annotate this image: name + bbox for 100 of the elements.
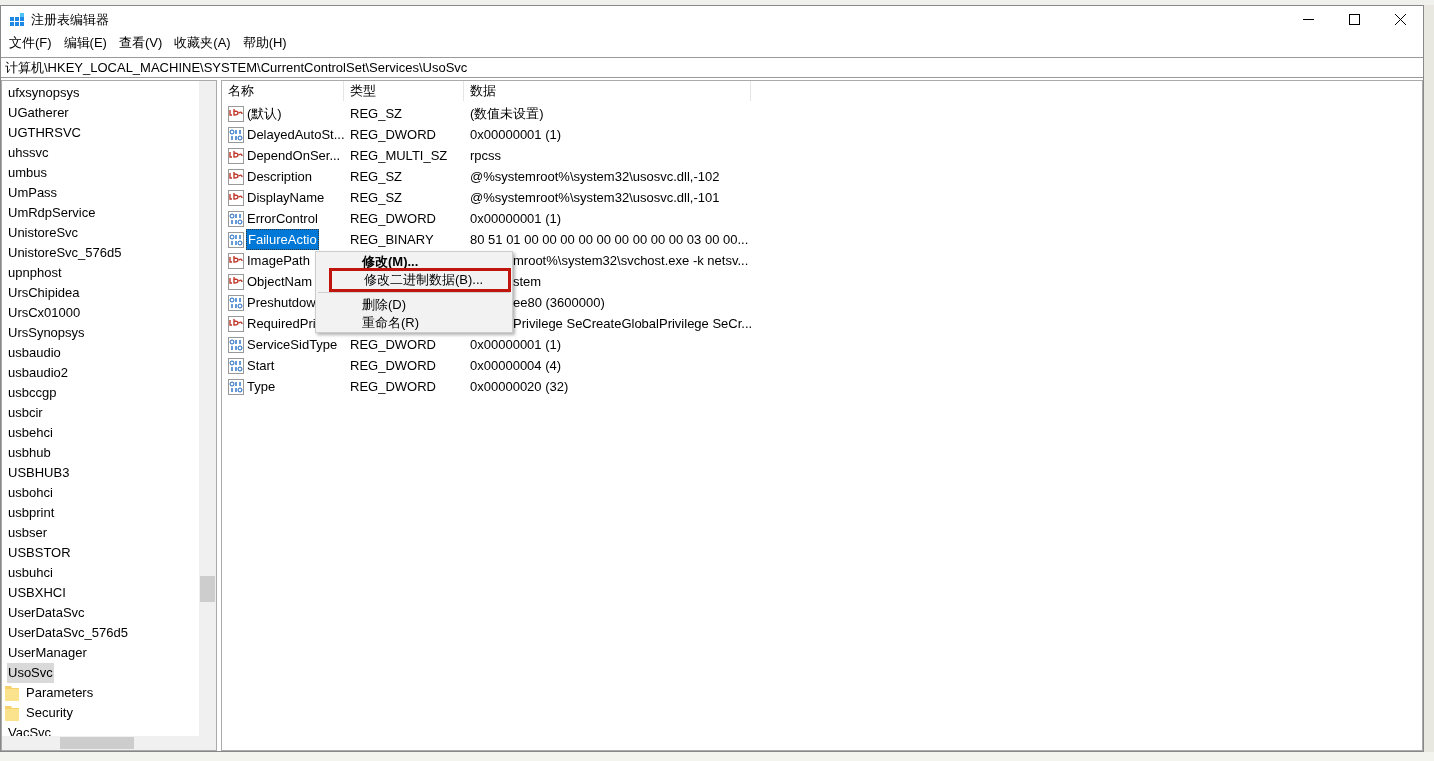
value-name[interactable]: DelayedAutoSt...: [246, 124, 346, 145]
tree-item[interactable]: usbaudio2: [7, 363, 69, 383]
binary-value-icon: [228, 378, 244, 395]
tree-item[interactable]: USBXHCI: [7, 583, 67, 603]
value-type: REG_DWORD: [350, 336, 436, 352]
tree-item[interactable]: USBSTOR: [7, 543, 72, 563]
tree-item[interactable]: UrsChipidea: [7, 283, 81, 303]
value-name[interactable]: Start: [246, 355, 276, 376]
string-value-icon: [228, 189, 244, 206]
horizontal-scrollbar[interactable]: [2, 736, 216, 750]
menu-item[interactable]: 文件(F): [3, 33, 58, 53]
value-data: 0x00000020 (32): [470, 378, 569, 394]
maximize-icon: [1348, 14, 1360, 25]
tree-item[interactable]: upnphost: [7, 263, 63, 283]
string-value-icon: [228, 315, 244, 332]
tree-item[interactable]: UnistoreSvc: [7, 223, 80, 243]
value-type: REG_SZ: [350, 189, 402, 205]
binary-value-icon: [228, 357, 244, 374]
string-value-icon: [228, 273, 244, 290]
value-name[interactable]: ServiceSidType: [246, 334, 339, 355]
value-type: REG_SZ: [350, 168, 402, 184]
menu-item[interactable]: 查看(V): [112, 33, 169, 53]
value-type: REG_DWORD: [350, 210, 436, 226]
menu-item[interactable]: 收藏夹(A): [168, 33, 237, 53]
context-menu-item[interactable]: 修改(M)...: [330, 253, 498, 271]
value-type: REG_DWORD: [350, 378, 436, 394]
menu-item[interactable]: 编辑(E): [57, 33, 113, 53]
value-name[interactable]: RequiredPri: [246, 313, 317, 334]
tree-item[interactable]: usbser: [7, 523, 49, 543]
scrollbar-thumb[interactable]: [60, 737, 134, 749]
binary-value-icon: [228, 336, 244, 353]
tree-item[interactable]: UserDataSvc: [7, 603, 86, 623]
column-header[interactable]: 数据: [464, 81, 751, 101]
value-type: REG_SZ: [350, 105, 402, 121]
folder-icon: [5, 705, 19, 721]
window-title: 注册表编辑器: [31, 10, 109, 29]
string-value-icon: [228, 168, 244, 185]
tree-item[interactable]: USBHUB3: [7, 463, 71, 483]
tree-item[interactable]: usbehci: [7, 423, 54, 443]
tree-item[interactable]: usbhub: [7, 443, 52, 463]
column-header[interactable]: 名称: [222, 81, 344, 101]
tree-item[interactable]: usbuhci: [7, 563, 54, 583]
tree-item[interactable]: UGTHRSVC: [7, 123, 82, 143]
tree-item[interactable]: UmRdpService: [7, 203, 97, 223]
context-menu-item[interactable]: 重命名(R): [330, 314, 498, 332]
value-name[interactable]: ObjectNam: [246, 271, 314, 292]
tree-item[interactable]: usbcir: [7, 403, 44, 423]
value-type: REG_MULTI_SZ: [350, 147, 448, 163]
folder-icon: [5, 685, 19, 701]
string-value-icon: [228, 252, 244, 269]
string-value-icon: [228, 147, 244, 164]
scrollbar-thumb[interactable]: [200, 576, 215, 602]
tree-item[interactable]: UGatherer: [7, 103, 70, 123]
value-data: (数值未设置): [470, 105, 544, 121]
context-menu-item[interactable]: 删除(D): [330, 296, 498, 314]
tree-item[interactable]: ufxsynopsys: [7, 83, 81, 103]
tree-item[interactable]: UserDataSvc_576d5: [7, 623, 129, 643]
value-data: @%systemroot%\system32\usosvc.dll,-101: [470, 189, 720, 205]
value-name[interactable]: ErrorControl: [246, 208, 319, 229]
value-name[interactable]: Description: [246, 166, 314, 187]
tree-item[interactable]: UnistoreSvc_576d5: [7, 243, 123, 263]
string-value-icon: [228, 105, 244, 122]
value-data: 0x00000001 (1): [470, 126, 562, 142]
value-name[interactable]: DependOnSer...: [246, 145, 342, 166]
tree-item[interactable]: UsoSvc: [7, 663, 54, 683]
tree-item[interactable]: UrsCx01000: [7, 303, 82, 323]
tree-item[interactable]: usbprint: [7, 503, 56, 523]
vertical-scrollbar[interactable]: [199, 81, 216, 736]
tree-item[interactable]: umbus: [7, 163, 49, 183]
value-type: REG_DWORD: [350, 126, 436, 142]
tree-item[interactable]: usbccgp: [7, 383, 58, 403]
menu-item[interactable]: 帮助(H): [236, 33, 293, 53]
tree-item[interactable]: usbohci: [7, 483, 54, 503]
tree-item[interactable]: usbaudio: [7, 343, 62, 363]
value-type: REG_DWORD: [350, 357, 436, 373]
value-name[interactable]: Type: [246, 376, 277, 397]
value-name[interactable]: ImagePath: [246, 250, 311, 271]
value-data: 80 51 01 00 00 00 00 00 00 00 00 00 03 00 00...: [470, 231, 749, 247]
value-data: rpcss: [470, 147, 502, 163]
value-name[interactable]: FailureActio: [246, 228, 319, 251]
binary-value-icon: [228, 231, 244, 248]
value-data: Privilege SeCreateGlobalPrivilege SeCr...: [513, 315, 753, 331]
context-menu-item[interactable]: 修改二进制数据(B)...: [332, 271, 508, 289]
binary-value-icon: [228, 126, 244, 143]
tree-item[interactable]: Security: [25, 703, 74, 723]
value-name[interactable]: (默认): [246, 103, 283, 124]
value-name[interactable]: Preshutdow: [246, 292, 317, 313]
tree-item[interactable]: UserManager: [7, 643, 88, 663]
tree-item[interactable]: UrsSynopsys: [7, 323, 86, 343]
tree-item[interactable]: Parameters: [25, 683, 95, 703]
value-data: stem: [513, 273, 542, 289]
value-name[interactable]: DisplayName: [246, 187, 326, 208]
close-icon: [1394, 14, 1406, 25]
value-data: 0x00000001 (1): [470, 210, 562, 226]
address-field[interactable]: 计算机\HKEY_LOCAL_MACHINE\SYSTEM\CurrentControlSet\Services\UsoSvc: [1, 57, 1423, 78]
column-header[interactable]: 类型: [344, 81, 464, 101]
tree-item[interactable]: uhssvc: [7, 143, 50, 163]
value-data: 0x00000004 (4): [470, 357, 562, 373]
tree-item[interactable]: UmPass: [7, 183, 59, 203]
binary-value-icon: [228, 210, 244, 227]
